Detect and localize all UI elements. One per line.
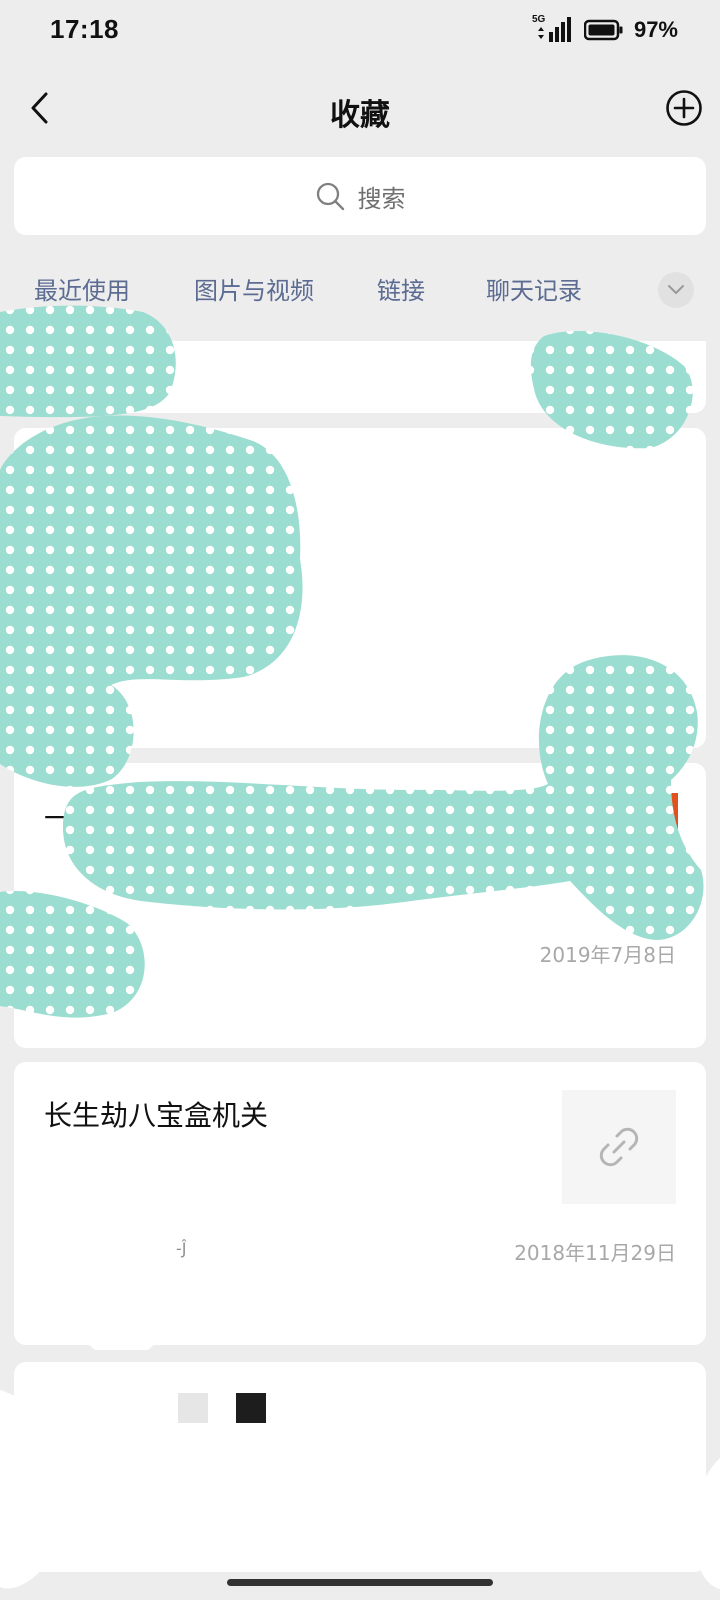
card-date: 2018年11月29日 xyxy=(514,1241,676,1265)
gray-square xyxy=(178,1393,208,1423)
app-header: 收藏 xyxy=(0,62,720,157)
add-circle-icon xyxy=(666,90,702,126)
signal-indicator: 5G xyxy=(531,14,574,44)
link-icon xyxy=(599,1127,639,1167)
tabs-dropdown-button[interactable] xyxy=(658,272,694,308)
status-icons: 5G 97% xyxy=(531,14,678,44)
orange-thumbnail xyxy=(650,793,678,855)
favorite-card[interactable]: 一 2019年7月8日 xyxy=(14,763,706,1048)
chevron-down-icon xyxy=(668,285,684,294)
black-square xyxy=(236,1393,266,1423)
card-date: 2 xyxy=(663,695,676,719)
network-label: 5G xyxy=(531,14,546,25)
status-time: 17:18 xyxy=(50,14,119,44)
search-input[interactable]: 搜索 xyxy=(14,157,706,235)
add-button[interactable] xyxy=(662,86,706,130)
favorite-card[interactable] xyxy=(14,1362,706,1572)
tab-images-videos[interactable]: 图片与视频 xyxy=(194,268,314,314)
status-bar: 17:18 5G 97% xyxy=(0,0,720,62)
search-icon xyxy=(316,182,344,210)
search-placeholder: 搜索 xyxy=(357,184,406,213)
favorite-card-partial[interactable] xyxy=(14,341,706,413)
link-thumbnail xyxy=(562,1090,676,1204)
card-title: 长生劫八宝盒机关 xyxy=(44,1099,269,1132)
favorite-card[interactable]: 2 xyxy=(14,428,706,748)
tab-links[interactable]: 链接 xyxy=(377,268,425,314)
favorite-card-link[interactable]: 长生劫八宝盒机关 -Ĵ 2018年11月29日 xyxy=(14,1062,706,1345)
category-tabs: 最近使用 图片与视频 链接 聊天记录 xyxy=(0,268,720,314)
tab-recently-used[interactable]: 最近使用 xyxy=(34,268,130,314)
card-source-icon: -Ĵ xyxy=(176,1239,187,1258)
battery-icon xyxy=(583,19,623,41)
card-date: 2019年7月8日 xyxy=(539,943,676,967)
card-title: 一 xyxy=(44,802,73,835)
battery-percent: 97% xyxy=(633,17,678,42)
page-title: 收藏 xyxy=(330,98,390,133)
home-indicator[interactable] xyxy=(227,1579,493,1586)
tab-chat-history[interactable]: 聊天记录 xyxy=(486,268,582,314)
